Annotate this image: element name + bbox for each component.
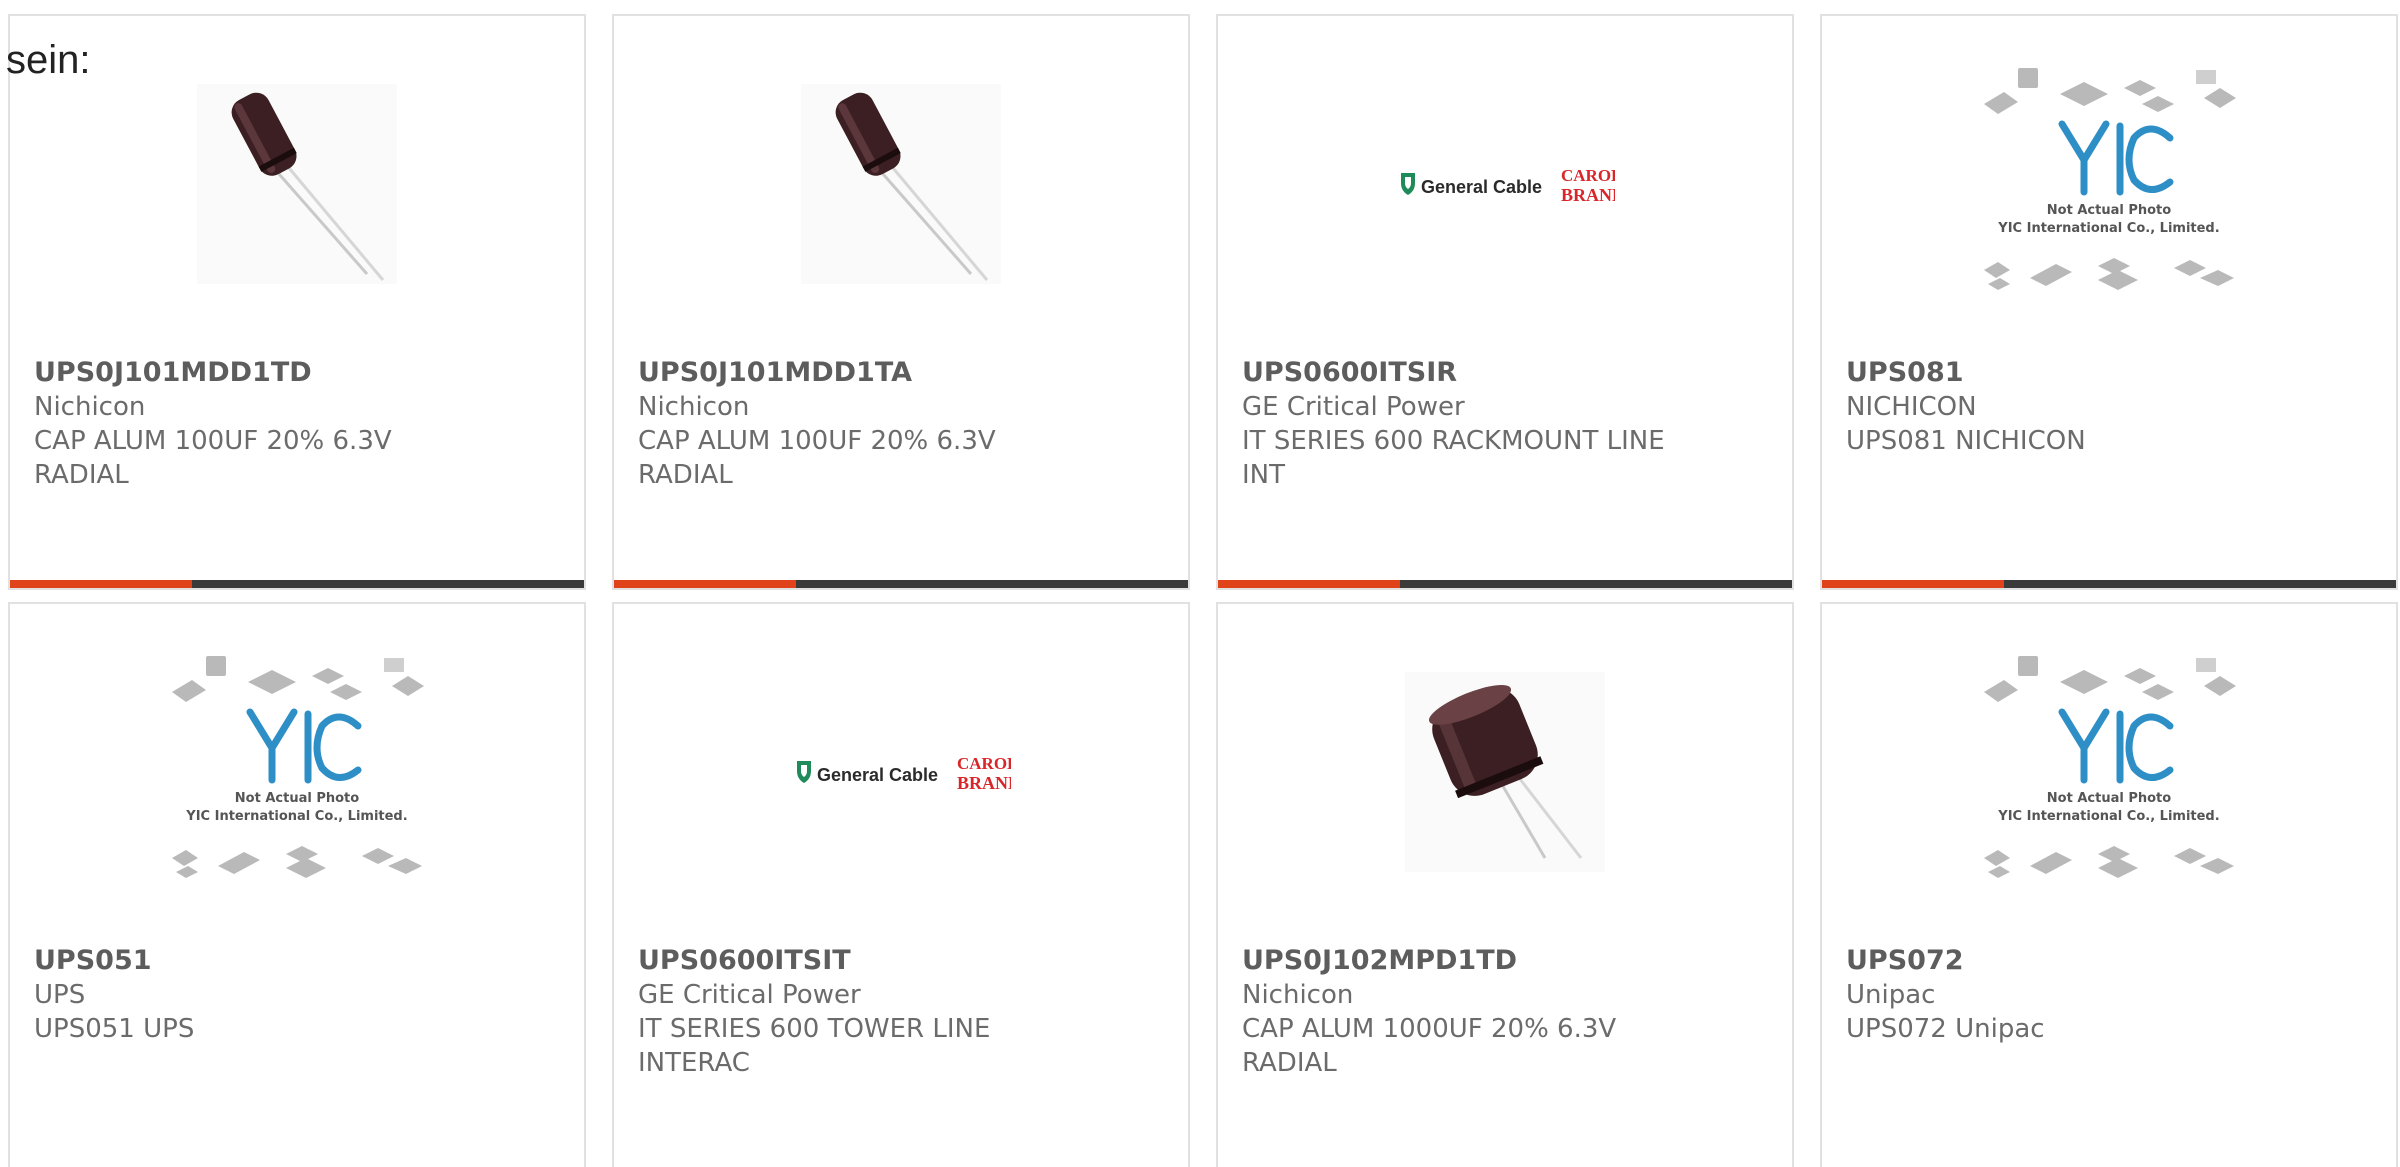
description-line: RADIAL bbox=[638, 460, 733, 490]
product-card[interactable]: General Cable CAROL BRAND UPS0600ITSIR G… bbox=[1216, 14, 1794, 590]
product-info: UPS0J101MDD1TA Nichicon CAP ALUM 100UF 2… bbox=[638, 356, 1158, 492]
description-line: CAP ALUM 1000UF 20% 6.3V bbox=[1242, 1014, 1617, 1044]
product-card[interactable]: General Cable CAROL BRAND UPS0600ITSIT G… bbox=[612, 602, 1190, 1167]
description-line: IT SERIES 600 TOWER LINE bbox=[638, 1014, 991, 1044]
part-number-link[interactable]: UPS0600ITSIT bbox=[638, 944, 1158, 978]
description-line: INTERAC bbox=[638, 1048, 750, 1078]
product-info: UPS0J102MPD1TD Nichicon CAP ALUM 1000UF … bbox=[1242, 944, 1762, 1080]
product-grid: UPS0J101MDD1TD Nichicon CAP ALUM 100UF 2… bbox=[8, 14, 2398, 1167]
part-number-link[interactable]: UPS0J101MDD1TD bbox=[34, 356, 554, 390]
placeholder-line-2: YIC International Co., Limited. bbox=[185, 809, 407, 824]
product-card[interactable]: UPS0J101MDD1TA Nichicon CAP ALUM 100UF 2… bbox=[612, 14, 1190, 590]
product-card[interactable]: Not Actual Photo YIC International Co., … bbox=[8, 602, 586, 1167]
card-bar-accent bbox=[1822, 580, 2004, 588]
brand-logo-image[interactable]: General Cable CAROL BRAND bbox=[614, 672, 1188, 872]
manufacturer: UPS bbox=[34, 980, 86, 1010]
card-bar-accent bbox=[614, 580, 796, 588]
part-number-link[interactable]: UPS072 bbox=[1846, 944, 2366, 978]
brand-logo-left-text: General Cable bbox=[817, 765, 938, 785]
brand-logo-right-bottom-text: BRAND bbox=[957, 773, 1011, 793]
description-line: UPS081 NICHICON bbox=[1846, 426, 2086, 456]
placeholder-line-2: YIC International Co., Limited. bbox=[1997, 809, 2219, 824]
product-card[interactable]: Not Actual Photo YIC International Co., … bbox=[1820, 14, 2398, 590]
card-bottom-bar bbox=[1218, 580, 1792, 588]
manufacturer: GE Critical Power bbox=[1242, 392, 1465, 422]
part-number-link[interactable]: UPS0600ITSIR bbox=[1242, 356, 1762, 390]
product-card[interactable]: UPS0J102MPD1TD Nichicon CAP ALUM 1000UF … bbox=[1216, 602, 1794, 1167]
intro-text: sein: bbox=[6, 38, 91, 82]
description-line: RADIAL bbox=[1242, 1048, 1337, 1078]
brand-logo-right-top-text: CAROL bbox=[957, 754, 1011, 773]
card-bottom-bar bbox=[614, 580, 1188, 588]
product-info: UPS0600ITSIR GE Critical Power IT SERIES… bbox=[1242, 356, 1762, 492]
product-info: UPS072 Unipac UPS072 Unipac bbox=[1846, 944, 2366, 1046]
capacitor-image[interactable] bbox=[614, 84, 1188, 284]
description-line: UPS051 UPS bbox=[34, 1014, 195, 1044]
brand-logo-right-top-text: CAROL bbox=[1561, 166, 1615, 185]
brand-logo-image[interactable]: General Cable CAROL BRAND bbox=[1218, 84, 1792, 284]
product-card[interactable]: UPS0J101MDD1TD Nichicon CAP ALUM 100UF 2… bbox=[8, 14, 586, 590]
product-card[interactable]: Not Actual Photo YIC International Co., … bbox=[1820, 602, 2398, 1167]
product-info: UPS081 NICHICON UPS081 NICHICON bbox=[1846, 356, 2366, 458]
part-number-link[interactable]: UPS051 bbox=[34, 944, 554, 978]
product-info: UPS051 UPS UPS051 UPS bbox=[34, 944, 554, 1046]
placeholder-line-1: Not Actual Photo bbox=[2047, 791, 2171, 806]
part-number-link[interactable]: UPS0J101MDD1TA bbox=[638, 356, 1158, 390]
manufacturer: Unipac bbox=[1846, 980, 1936, 1010]
part-number-link[interactable]: UPS0J102MPD1TD bbox=[1242, 944, 1762, 978]
card-bottom-bar bbox=[1822, 580, 2396, 588]
card-bottom-bar bbox=[10, 580, 584, 588]
placeholder-line-1: Not Actual Photo bbox=[235, 791, 359, 806]
description-line: CAP ALUM 100UF 20% 6.3V bbox=[34, 426, 392, 456]
product-info: UPS0600ITSIT GE Critical Power IT SERIES… bbox=[638, 944, 1158, 1080]
description-line: IT SERIES 600 RACKMOUNT LINE bbox=[1242, 426, 1665, 456]
manufacturer: Nichicon bbox=[34, 392, 146, 422]
manufacturer: GE Critical Power bbox=[638, 980, 861, 1010]
product-grid-page: sein: UPS0J101MDD1TD Nichicon CAP ALUM 1… bbox=[0, 0, 2400, 1167]
description-line: INT bbox=[1242, 460, 1285, 490]
placeholder-image[interactable]: Not Actual Photo YIC International Co., … bbox=[1822, 656, 2396, 878]
manufacturer: Nichicon bbox=[1242, 980, 1354, 1010]
placeholder-line-1: Not Actual Photo bbox=[2047, 203, 2171, 218]
placeholder-image[interactable]: Not Actual Photo YIC International Co., … bbox=[1822, 68, 2396, 290]
capacitor-image[interactable] bbox=[10, 84, 584, 284]
brand-logo-right-bottom-text: BRAND bbox=[1561, 185, 1615, 205]
capacitor-image[interactable] bbox=[1218, 672, 1792, 872]
description-line: UPS072 Unipac bbox=[1846, 1014, 2045, 1044]
product-info: UPS0J101MDD1TD Nichicon CAP ALUM 100UF 2… bbox=[34, 356, 554, 492]
description-line: CAP ALUM 100UF 20% 6.3V bbox=[638, 426, 996, 456]
placeholder-image[interactable]: Not Actual Photo YIC International Co., … bbox=[10, 656, 584, 878]
manufacturer: Nichicon bbox=[638, 392, 750, 422]
brand-logo-left-text: General Cable bbox=[1421, 177, 1542, 197]
card-bar-accent bbox=[1218, 580, 1400, 588]
manufacturer: NICHICON bbox=[1846, 392, 1977, 422]
description-line: RADIAL bbox=[34, 460, 129, 490]
card-bar-accent bbox=[10, 580, 192, 588]
placeholder-line-2: YIC International Co., Limited. bbox=[1997, 221, 2219, 236]
part-number-link[interactable]: UPS081 bbox=[1846, 356, 2366, 390]
